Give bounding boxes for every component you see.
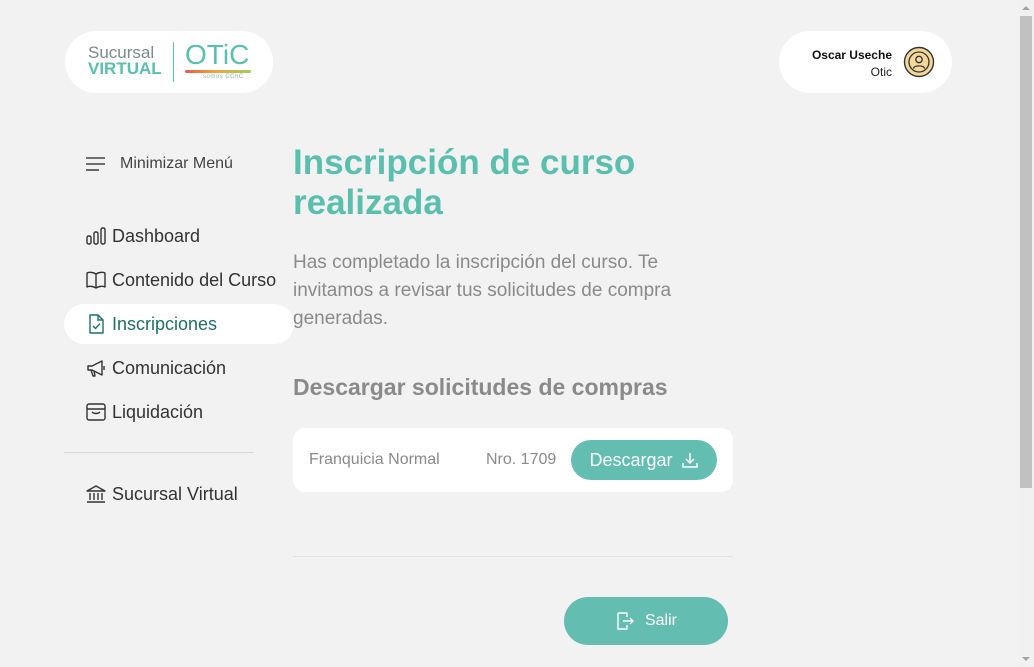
user-org: Otic (870, 65, 892, 79)
megaphone-icon (87, 360, 105, 377)
sidebar-item-label: Contenido del Curso (112, 270, 277, 290)
archive-box-icon (86, 403, 106, 421)
otic-brand: OTiC (185, 39, 250, 70)
otic-color-bar (185, 70, 251, 73)
minimize-menu-label: Minimizar Menú (120, 155, 233, 172)
sidebar-item-liquidacion[interactable]: Liquidación (64, 392, 294, 432)
user-name: Oscar Useche (811, 48, 892, 62)
exit-button[interactable]: Salir (564, 597, 728, 645)
download-button[interactable]: Descargar (571, 440, 717, 480)
download-button-label: Descargar (589, 449, 673, 470)
scrollbar-thumb[interactable] (1020, 16, 1032, 488)
bank-building-icon (86, 485, 106, 503)
minimize-menu-button[interactable]: Minimizar Menú (86, 153, 233, 175)
logout-icon (617, 612, 634, 630)
request-name: Franquicia Normal (309, 451, 440, 468)
bar-chart-icon (86, 227, 106, 245)
sidebar-item-label: Comunicación (112, 358, 227, 378)
logo-separator (173, 42, 174, 82)
scroll-down-arrow-icon[interactable] (1018, 651, 1034, 667)
request-number: Nro. 1709 (486, 451, 557, 468)
hamburger-icon (86, 157, 105, 171)
logo-line2: VIRTUAL (88, 59, 162, 78)
sidebar-item-comunicacion[interactable]: Comunicación (64, 348, 294, 388)
section-title: Descargar solicitudes de compras (293, 374, 668, 400)
logo-wordmark: Sucursal VIRTUAL (88, 44, 162, 78)
otic-logo: OTiC somos CChC (185, 39, 255, 85)
user-menu[interactable]: Oscar Useche Otic (779, 31, 952, 93)
sidebar-item-label: Sucursal Virtual (112, 484, 238, 504)
sidebar-item-label: Liquidación (112, 402, 204, 422)
document-check-icon (89, 314, 104, 334)
content-divider (293, 556, 733, 557)
logo[interactable]: Sucursal VIRTUAL OTiC somos CChC (65, 31, 273, 93)
page-description: Has completado la inscripción del curso.… (293, 252, 672, 329)
sidebar-item-inscripciones[interactable]: Inscripciones (64, 304, 294, 344)
sidebar-item-dashboard[interactable]: Dashboard (64, 216, 294, 256)
sidebar-item-sucursal-virtual[interactable]: Sucursal Virtual (64, 474, 294, 514)
otic-tagline: somos CChC (203, 74, 244, 80)
sidebar-item-label: Inscripciones (112, 314, 218, 334)
exit-button-label: Salir (644, 612, 677, 629)
sidebar-item-contenido[interactable]: Contenido del Curso (64, 260, 294, 300)
scroll-up-arrow-icon[interactable] (1018, 0, 1034, 16)
user-circle-icon[interactable] (903, 46, 935, 78)
page-title: Inscripción de curso realizada (293, 143, 636, 222)
purchase-request-card: Franquicia Normal Nro. 1709 Descargar (293, 428, 733, 492)
sidebar-item-label: Dashboard (112, 226, 201, 246)
sidebar-divider (64, 452, 254, 453)
book-icon (86, 271, 106, 289)
download-icon (681, 453, 698, 468)
